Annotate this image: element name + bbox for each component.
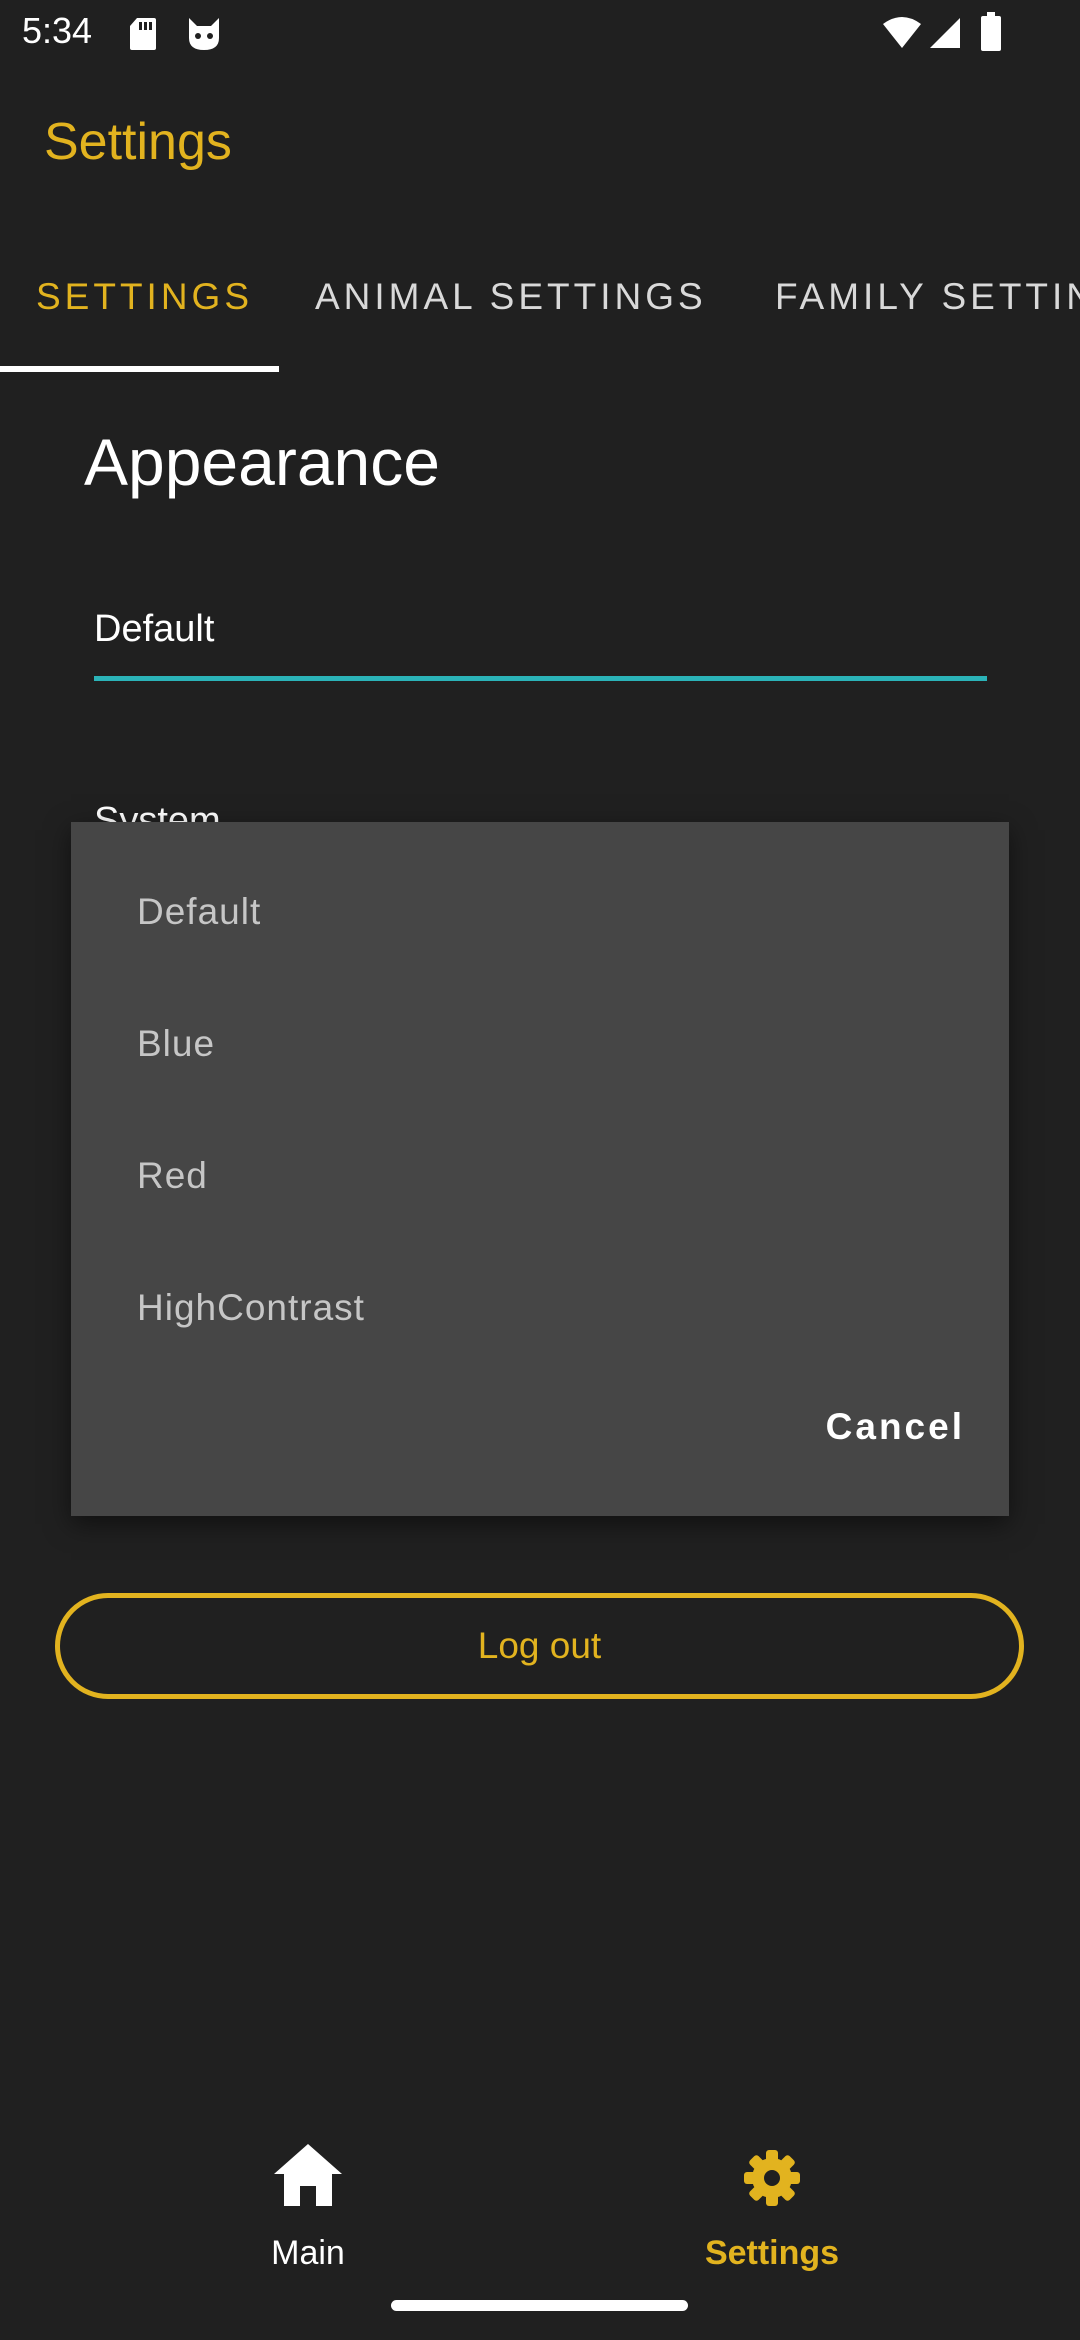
battery-icon <box>981 12 1001 51</box>
theme-dropdown-value: Default <box>94 608 215 650</box>
tab-indicator <box>0 366 279 372</box>
nav-item-settings[interactable]: Settings <box>622 2142 922 2272</box>
status-time: 5:34 <box>22 10 93 51</box>
tab-settings[interactable]: SETTINGS <box>36 276 253 318</box>
dialog-option-red[interactable]: Red <box>71 1110 1009 1242</box>
theme-selection-dialog: Default Blue Red HighContrast Cancel <box>71 822 1009 1516</box>
nav-label-settings: Settings <box>704 2234 840 2272</box>
nav-label-main: Main <box>271 2234 345 2272</box>
home-indicator[interactable] <box>391 2300 688 2311</box>
screen: 5:34 Settings SETTINGS ANIMAL SETTINGS F… <box>0 0 1080 2340</box>
dialog-option-blue[interactable]: Blue <box>71 978 1009 1110</box>
cat-notification-icon <box>189 18 219 50</box>
dialog-cancel-button[interactable]: Cancel <box>826 1392 965 1462</box>
appearance-title: Appearance <box>84 425 440 499</box>
app-title: Settings <box>44 113 232 171</box>
wifi-icon <box>883 17 921 48</box>
bottom-navigation: Main Settings <box>0 2120 1080 2272</box>
gear-icon <box>744 2150 800 2206</box>
sd-card-icon <box>130 18 156 50</box>
cellular-signal-icon <box>930 18 960 48</box>
theme-dropdown[interactable]: Default <box>94 600 987 682</box>
tab-bar: SETTINGS ANIMAL SETTINGS FAMILY SETTIN <box>0 250 1080 374</box>
status-bar: 5:34 <box>0 0 1080 66</box>
dialog-option-highcontrast[interactable]: HighContrast <box>71 1242 1009 1374</box>
nav-item-main[interactable]: Main <box>158 2142 458 2272</box>
tab-family-settings[interactable]: FAMILY SETTIN <box>775 276 1080 318</box>
dialog-option-default[interactable]: Default <box>71 846 1009 978</box>
home-icon <box>274 2144 342 2206</box>
tab-animal-settings[interactable]: ANIMAL SETTINGS <box>315 276 707 318</box>
logout-button[interactable]: Log out <box>55 1593 1024 1699</box>
theme-dropdown-underline <box>94 676 987 681</box>
